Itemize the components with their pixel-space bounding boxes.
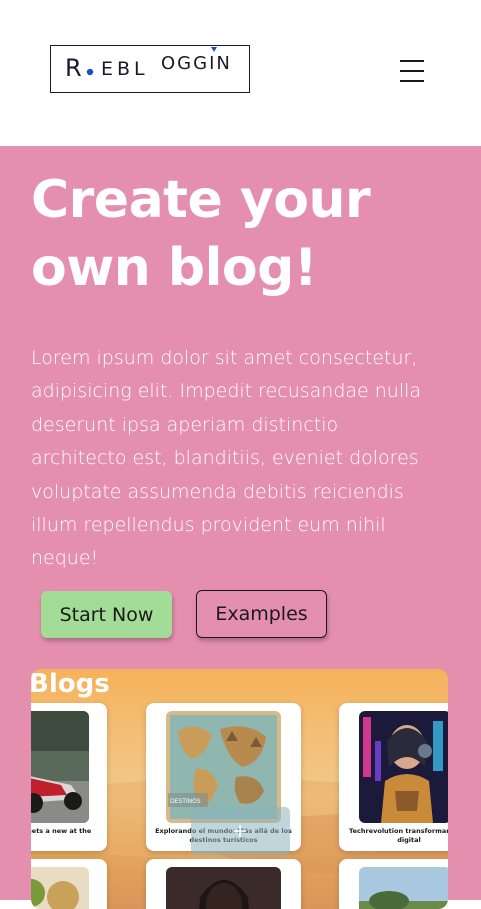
image-overlay: [191, 807, 290, 855]
menu-bar: [400, 80, 424, 82]
card-thumbnail-racecar: [31, 711, 89, 823]
menu-bar: [400, 70, 424, 72]
card-thumbnail-food: [31, 867, 89, 909]
logo-dot: [86, 68, 94, 76]
card-thumbnail-portrait: [166, 867, 281, 909]
preview-title: Blogs: [31, 669, 110, 699]
blog-card: [339, 859, 448, 909]
logo-letters-oggin: OGGIN: [161, 53, 232, 74]
examples-button[interactable]: Examples: [196, 590, 327, 638]
hamburger-menu-icon[interactable]: [390, 55, 434, 87]
site-logo[interactable]: R EBL OGGIN: [50, 45, 250, 93]
logo-accent: [211, 47, 217, 52]
map-label: DESTINOS: [170, 798, 201, 805]
blog-card: Formula 1 sets a new at the grande prix: [31, 703, 107, 851]
logo-graphic: R EBL OGGIN: [65, 47, 232, 82]
blog-card: Techrevolution transformando lo digital: [339, 703, 448, 851]
hero-description: Lorem ipsum dolor sit amet consectetur, …: [31, 347, 422, 570]
menu-bar: [400, 60, 424, 62]
card-caption: Formula 1 sets a new at the grande prix: [31, 827, 92, 844]
blog-card: [146, 859, 301, 909]
start-now-button[interactable]: Start Now: [41, 591, 172, 638]
hero-section: Create your own blog! Lorem ipsum dolor …: [0, 146, 481, 909]
logo-letters-ebl: EBL: [101, 58, 149, 80]
card-thumbnail-landscape: [359, 867, 448, 909]
plus-icon: [234, 825, 246, 837]
site-header: R EBL OGGIN: [0, 0, 481, 146]
blog-card: [31, 859, 107, 909]
card-caption: Techrevolution transformando lo digital: [349, 827, 448, 844]
blogs-preview-image: Blogs Formula 1 sets a new at the grande…: [31, 669, 448, 909]
card-thumbnail-cyborg: [359, 711, 448, 823]
hero-title: Create your own blog!: [31, 170, 371, 298]
logo-letter-r: R: [65, 54, 82, 82]
